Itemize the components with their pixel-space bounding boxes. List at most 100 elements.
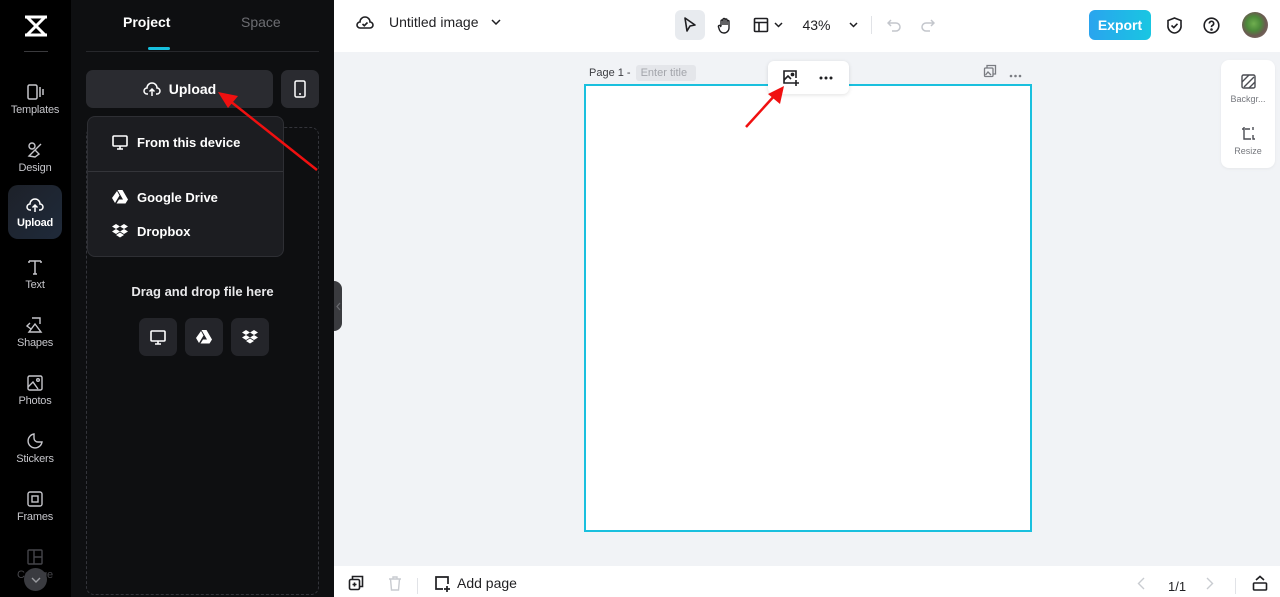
- rail-label: Shapes: [16, 336, 54, 349]
- resize-icon: [1241, 127, 1255, 140]
- pointer-icon: [684, 17, 696, 32]
- redo-icon: [921, 19, 935, 32]
- add-page-button[interactable]: Add page: [434, 572, 517, 594]
- trash-icon: [389, 575, 401, 591]
- document-title: Untitled image: [389, 14, 479, 30]
- google-drive-icon: [112, 190, 128, 204]
- more-horizontal-icon: [819, 76, 833, 79]
- rail-expand-button[interactable]: [24, 568, 47, 591]
- redo-button[interactable]: [917, 10, 939, 40]
- shapes-icon: [26, 316, 44, 334]
- dropbox-icon: [242, 329, 258, 343]
- stickers-icon: [26, 432, 44, 450]
- cloud-saved-icon: [356, 16, 374, 29]
- previous-page-button[interactable]: [1137, 572, 1145, 594]
- background-icon: [1240, 74, 1256, 89]
- add-page-label: Add page: [457, 575, 517, 591]
- page-title-input[interactable]: [635, 65, 696, 81]
- upload-from-phone-button[interactable]: [281, 70, 319, 108]
- collage-icon: [26, 548, 44, 566]
- floating-page-toolbar: [768, 61, 849, 94]
- bottom-bar: Add page 1/1: [334, 566, 1280, 597]
- rail-label: Templates: [10, 103, 60, 116]
- right-tools-panel: Backgr... Resize: [1221, 60, 1275, 168]
- more-horizontal-icon: [1009, 74, 1022, 77]
- duplicate-page-button[interactable]: [983, 64, 997, 83]
- capcut-logo-icon[interactable]: [23, 14, 49, 38]
- rail-label: Stickers: [16, 452, 54, 465]
- user-avatar[interactable]: [1242, 12, 1268, 38]
- page-panel-toggle-button[interactable]: [1252, 572, 1268, 594]
- rail-label: Design: [18, 161, 52, 174]
- menu-item-label: From this device: [137, 134, 241, 150]
- dropzone-google-drive-button[interactable]: [185, 318, 223, 356]
- page-options-button[interactable]: [812, 65, 840, 91]
- chevron-down-icon: [848, 22, 858, 28]
- rail-item-design[interactable]: Design: [8, 130, 62, 184]
- dropzone-dropbox-button[interactable]: [231, 318, 269, 356]
- duplicate-page-bottom-button[interactable]: [348, 572, 364, 594]
- zoom-level-dropdown[interactable]: 43%: [800, 10, 860, 40]
- hand-icon: [717, 17, 730, 34]
- templates-icon: [26, 83, 44, 101]
- rail-item-photos[interactable]: Photos: [8, 363, 62, 417]
- dropzone-text: Drag and drop file here: [131, 284, 274, 299]
- rail-item-upload[interactable]: Upload: [8, 185, 62, 239]
- page-tools: [983, 64, 1022, 83]
- menu-item-dropbox[interactable]: Dropbox: [88, 216, 283, 246]
- hand-tool-button[interactable]: [710, 10, 740, 40]
- select-tool-button[interactable]: [675, 10, 705, 40]
- page-header: Page 1 -: [589, 65, 696, 81]
- add-image-button[interactable]: [777, 65, 805, 91]
- delete-page-button[interactable]: [388, 572, 402, 594]
- upload-panel: Project Space Upload Drag and drop file …: [71, 0, 334, 597]
- background-tool-label: Backgr...: [1230, 94, 1266, 104]
- rail-item-shapes[interactable]: Shapes: [8, 305, 62, 359]
- active-tab-indicator: [148, 47, 170, 50]
- shield-check-icon: [1166, 16, 1182, 34]
- menu-item-google-drive[interactable]: Google Drive: [88, 182, 283, 212]
- page-more-button[interactable]: [1009, 65, 1022, 83]
- menu-item-from-device[interactable]: From this device: [88, 127, 283, 157]
- rail-item-stickers[interactable]: Stickers: [8, 421, 62, 475]
- help-button[interactable]: [1200, 10, 1222, 40]
- rail-divider: [24, 51, 48, 52]
- next-page-button[interactable]: [1206, 572, 1214, 594]
- add-image-icon: [783, 70, 800, 86]
- monitor-icon: [150, 329, 166, 345]
- monitor-icon: [112, 134, 128, 150]
- chevron-up-tray-icon: [1252, 575, 1268, 591]
- chevron-left-icon: [1137, 577, 1145, 589]
- add-page-icon: [435, 575, 450, 592]
- chevron-down-icon: [490, 19, 501, 25]
- background-tool-button[interactable]: Backgr...: [1221, 64, 1275, 114]
- upload-cloud-icon: [26, 196, 44, 214]
- top-bar: Untitled image 43% Export: [334, 0, 1280, 52]
- menu-item-label: Dropbox: [137, 223, 191, 239]
- resize-tool-button[interactable]: Resize: [1221, 116, 1275, 166]
- dropzone-device-button[interactable]: [139, 318, 177, 356]
- bottom-divider: [1235, 578, 1236, 594]
- privacy-shield-button[interactable]: [1163, 10, 1185, 40]
- document-title-menu[interactable]: Untitled image: [356, 14, 501, 30]
- phone-icon: [294, 80, 306, 98]
- undo-button[interactable]: [883, 10, 905, 40]
- rail-item-text[interactable]: Text: [8, 247, 62, 301]
- panel-tabs: Project Space: [86, 0, 319, 52]
- rail-label: Upload: [16, 216, 54, 229]
- resize-tool-label: Resize: [1234, 146, 1262, 156]
- upload-button[interactable]: Upload: [86, 70, 273, 108]
- menu-item-label: Google Drive: [137, 189, 218, 205]
- page-count: 1/1: [1168, 579, 1187, 594]
- rail-item-frames[interactable]: Frames: [8, 479, 62, 533]
- chevron-left-icon: [335, 302, 340, 310]
- export-button[interactable]: Export: [1089, 10, 1151, 40]
- tab-project[interactable]: Project: [123, 14, 170, 30]
- tab-space[interactable]: Space: [241, 14, 281, 30]
- panel-collapse-handle[interactable]: [334, 281, 342, 331]
- left-rail: Templates Design Upload Text Shapes Phot…: [0, 0, 71, 597]
- canvas-page[interactable]: [584, 84, 1032, 532]
- layout-tool-button[interactable]: [748, 10, 788, 40]
- rail-item-templates[interactable]: Templates: [8, 72, 62, 126]
- rail-label: Frames: [16, 510, 54, 523]
